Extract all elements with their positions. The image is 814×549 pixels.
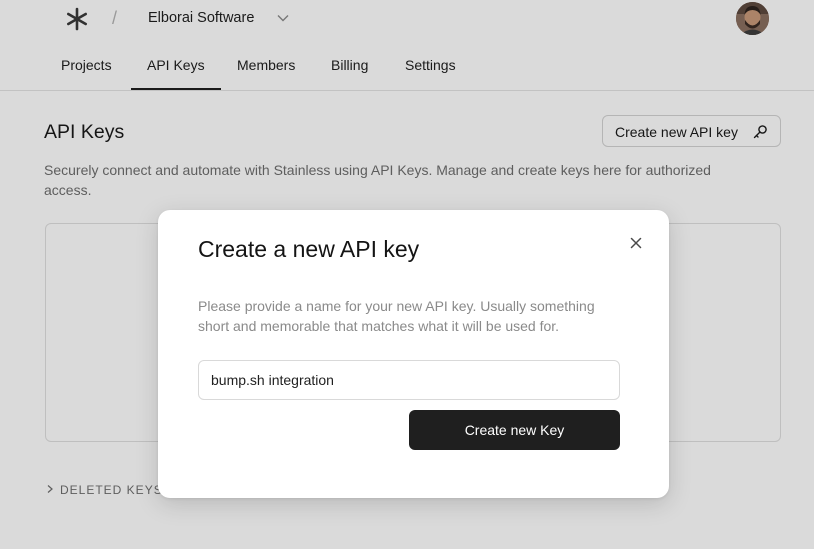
create-key-submit-button[interactable]: Create new Key [409,410,620,450]
dialog-description: Please provide a name for your new API k… [198,298,595,334]
api-key-name-input[interactable] [198,360,620,400]
dialog-title: Create a new API key [198,236,420,262]
close-icon[interactable] [628,235,644,251]
create-api-key-dialog: Create a new API key Please provide a na… [158,210,669,498]
